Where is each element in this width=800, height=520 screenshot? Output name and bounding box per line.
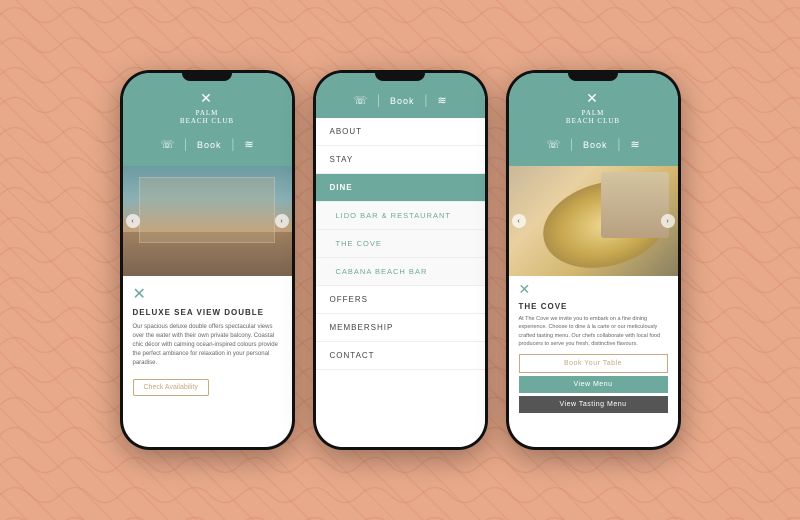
phone1-phone-icon[interactable]: ☏ — [150, 135, 184, 154]
phone1-content: ✕ DELUXE SEA VIEW DOUBLE Our spacious de… — [123, 276, 292, 447]
view-tasting-menu-btn[interactable]: View Tasting Menu — [519, 396, 668, 413]
cove-description: At The Cove we invite you to embark on a… — [519, 315, 668, 348]
check-availability-btn[interactable]: Check Availability — [133, 379, 209, 396]
phone1-book-btn[interactable]: Book — [187, 137, 232, 153]
menu-item-dine[interactable]: DINE — [316, 174, 485, 202]
menu-item-stay[interactable]: STAY — [316, 146, 485, 174]
carousel-next-btn[interactable]: › — [275, 214, 289, 228]
menu-item-lido[interactable]: LIDO BAR & RESTAURANT — [316, 202, 485, 230]
phone2-menu-icon[interactable]: ≋ — [427, 91, 456, 110]
phone1-cross-icon: ✕ — [133, 284, 282, 304]
phone-3-screen: ✕ PALM BEACH CLUB ☏ | Book | ≋ ‹ › — [509, 73, 678, 447]
phone1-navbar: ☏ | Book | ≋ — [131, 131, 284, 158]
carousel-prev-btn[interactable]: ‹ — [126, 214, 140, 228]
phone3-header: ✕ PALM BEACH CLUB ☏ | Book | ≋ — [509, 73, 678, 166]
phone3-book-btn[interactable]: Book — [573, 137, 618, 153]
phone-3: ✕ PALM BEACH CLUB ☏ | Book | ≋ ‹ › — [506, 70, 681, 450]
menu-item-cove[interactable]: THE COVE — [316, 230, 485, 258]
palm-logo-subtext-3: BEACH CLUB — [566, 117, 620, 125]
phone3-navbar: ☏ | Book | ≋ — [517, 131, 670, 158]
palm-logo-3: ✕ PALM BEACH CLUB — [566, 91, 620, 125]
phone-1-frame: ✕ PALM BEACH CLUB ☏ | Book | ≋ ‹ › — [120, 70, 295, 450]
menu-item-offers[interactable]: OFFERS — [316, 286, 485, 314]
phone2-header: ☏ | Book | ≋ — [316, 73, 485, 118]
palm-logo-text-3: PALM — [582, 109, 605, 117]
phone2-book-btn[interactable]: Book — [380, 93, 425, 109]
palm-logo-subtext: BEACH CLUB — [180, 117, 234, 125]
phone2-menu: ABOUT STAY DINE LIDO BAR & RESTAURANT TH… — [316, 118, 485, 447]
menu-item-about[interactable]: ABOUT — [316, 118, 485, 146]
phone3-menu-icon[interactable]: ≋ — [620, 135, 649, 154]
phone3-carousel: ‹ › — [509, 166, 678, 276]
palm-cross-icon: ✕ — [200, 91, 214, 108]
phone2-phone-icon[interactable]: ☏ — [343, 91, 377, 110]
phone-1: ✕ PALM BEACH CLUB ☏ | Book | ≋ ‹ › — [120, 70, 295, 450]
phone3-content: ✕ THE COVE At The Cove we invite you to … — [509, 276, 678, 447]
phone1-menu-icon[interactable]: ≋ — [234, 135, 263, 154]
phone1-carousel: ‹ › — [123, 166, 292, 276]
phone-3-frame: ✕ PALM BEACH CLUB ☏ | Book | ≋ ‹ › — [506, 70, 681, 450]
phone3-carousel-prev[interactable]: ‹ — [512, 214, 526, 228]
menu-item-membership[interactable]: MEMBERSHIP — [316, 314, 485, 342]
phone-2: ☏ | Book | ≋ ABOUT STAY DINE LIDO BAR & … — [313, 70, 488, 450]
phone1-header: ✕ PALM BEACH CLUB ☏ | Book | ≋ — [123, 73, 292, 166]
room-description: Our spacious deluxe double offers specta… — [133, 323, 282, 368]
menu-item-contact[interactable]: CONTACT — [316, 342, 485, 370]
phone-2-frame: ☏ | Book | ≋ ABOUT STAY DINE LIDO BAR & … — [313, 70, 488, 450]
menu-item-cabana[interactable]: CABANA BEACH BAR — [316, 258, 485, 286]
phone-1-screen: ✕ PALM BEACH CLUB ☏ | Book | ≋ ‹ › — [123, 73, 292, 447]
food-image — [509, 166, 678, 276]
cove-title: THE COVE — [519, 302, 668, 311]
palm-logo-1: ✕ PALM BEACH CLUB — [180, 91, 234, 125]
phone3-carousel-next[interactable]: › — [661, 214, 675, 228]
phone-2-screen: ☏ | Book | ≋ ABOUT STAY DINE LIDO BAR & … — [316, 73, 485, 447]
book-table-btn[interactable]: Book Your Table — [519, 354, 668, 373]
view-menu-btn[interactable]: View Menu — [519, 376, 668, 393]
palm-cross-icon-3: ✕ — [586, 91, 600, 108]
room-image — [123, 166, 292, 276]
phone3-cross-icon: ✕ — [519, 282, 668, 299]
phone3-phone-icon[interactable]: ☏ — [536, 135, 570, 154]
room-title: DELUXE SEA VIEW DOUBLE — [133, 308, 282, 317]
palm-logo-text: PALM — [196, 109, 219, 117]
